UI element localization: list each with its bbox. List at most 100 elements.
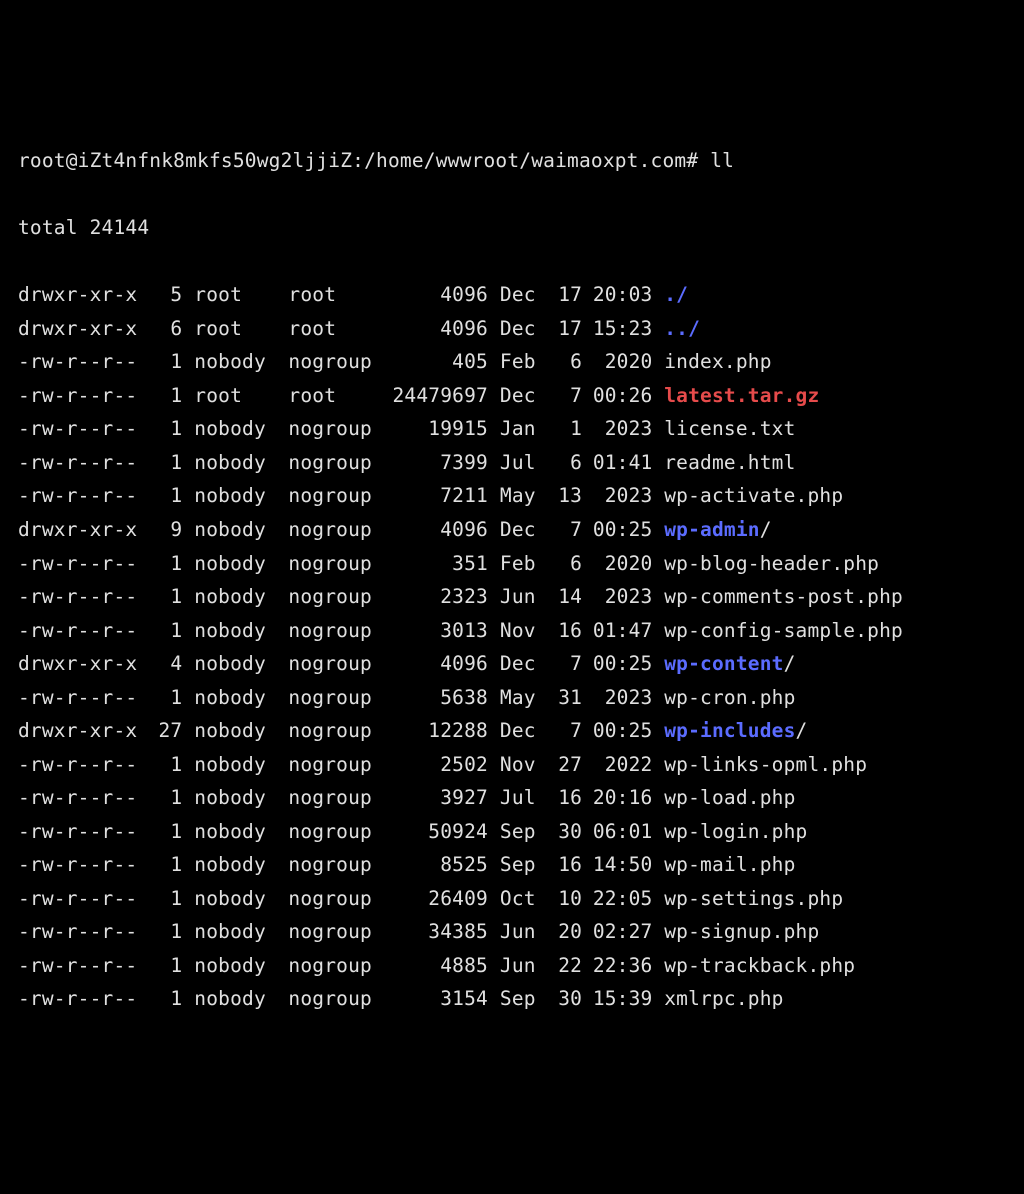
col-perms: -rw-r--r-- xyxy=(18,748,147,782)
col-month: Oct xyxy=(500,882,547,916)
col-name: wp-admin/ xyxy=(653,513,772,547)
col-time: 22:05 xyxy=(582,882,652,916)
file-name: wp-cron.php xyxy=(664,686,795,709)
col-month: Jul xyxy=(500,446,547,480)
col-links: 27 xyxy=(147,714,182,748)
file-suffix: / xyxy=(796,719,808,742)
file-name: wp-activate.php xyxy=(664,484,843,507)
col-links: 1 xyxy=(147,681,182,715)
col-links: 1 xyxy=(147,882,182,916)
col-size: 405 xyxy=(382,345,488,379)
col-name: wp-trackback.php xyxy=(653,949,856,983)
col-perms: drwxr-xr-x xyxy=(18,513,147,547)
col-month: Dec xyxy=(500,278,547,312)
col-day: 7 xyxy=(547,513,582,547)
col-name: wp-settings.php xyxy=(653,882,844,916)
file-name: wp-mail.php xyxy=(664,853,795,876)
col-month: Dec xyxy=(500,647,547,681)
file-name: license.txt xyxy=(664,417,795,440)
col-owner: nobody xyxy=(194,681,276,715)
col-owner: nobody xyxy=(194,614,276,648)
list-item: -rw-r--r--1 nobody nogroup34385 Jun2002:… xyxy=(18,915,1006,949)
col-owner: nobody xyxy=(194,513,276,547)
total-line: total 24144 xyxy=(18,211,1006,245)
col-size: 26409 xyxy=(382,882,488,916)
col-day: 17 xyxy=(547,312,582,346)
col-size: 7211 xyxy=(382,479,488,513)
col-size: 5638 xyxy=(382,681,488,715)
col-owner: nobody xyxy=(194,547,276,581)
col-group: nogroup xyxy=(288,748,382,782)
command-text: ll xyxy=(710,149,734,172)
col-owner: nobody xyxy=(194,345,276,379)
col-owner: nobody xyxy=(194,714,276,748)
col-day: 16 xyxy=(547,848,582,882)
col-group: root xyxy=(288,278,382,312)
list-item: -rw-r--r--1 nobody nogroup5638 May312023… xyxy=(18,681,1006,715)
list-item: drwxr-xr-x6 root root4096 Dec1715:23../ xyxy=(18,312,1006,346)
col-month: Feb xyxy=(500,547,547,581)
list-item: -rw-r--r--1 nobody nogroup8525 Sep1614:5… xyxy=(18,848,1006,882)
col-perms: -rw-r--r-- xyxy=(18,412,147,446)
col-month: Feb xyxy=(500,345,547,379)
col-links: 1 xyxy=(147,748,182,782)
col-group: nogroup xyxy=(288,647,382,681)
file-name: wp-links-opml.php xyxy=(664,753,867,776)
col-day: 16 xyxy=(547,781,582,815)
col-day: 31 xyxy=(547,681,582,715)
col-group: nogroup xyxy=(288,345,382,379)
col-links: 1 xyxy=(147,915,182,949)
list-item: -rw-r--r--1 nobody nogroup3927 Jul1620:1… xyxy=(18,781,1006,815)
list-item: -rw-r--r--1 nobody nogroup3013 Nov1601:4… xyxy=(18,614,1006,648)
list-item: drwxr-xr-x5 root root4096 Dec1720:03./ xyxy=(18,278,1006,312)
col-owner: nobody xyxy=(194,446,276,480)
file-name: ./ xyxy=(664,283,688,306)
list-item: -rw-r--r--1 nobody nogroup2323 Jun142023… xyxy=(18,580,1006,614)
file-name: wp-admin xyxy=(664,518,759,541)
col-size: 3013 xyxy=(382,614,488,648)
col-month: May xyxy=(500,681,547,715)
col-day: 7 xyxy=(547,647,582,681)
list-item: drwxr-xr-x4 nobody nogroup4096 Dec700:25… xyxy=(18,647,1006,681)
col-day: 30 xyxy=(547,815,582,849)
col-month: Jun xyxy=(500,580,547,614)
col-month: Sep xyxy=(500,815,547,849)
col-perms: -rw-r--r-- xyxy=(18,580,147,614)
col-perms: -rw-r--r-- xyxy=(18,982,147,1016)
list-item: drwxr-xr-x27 nobody nogroup12288 Dec700:… xyxy=(18,714,1006,748)
col-time: 00:25 xyxy=(582,647,652,681)
col-day: 6 xyxy=(547,547,582,581)
prompt-line[interactable]: root@iZt4nfnk8mkfs50wg2ljjiZ:/home/wwwro… xyxy=(18,144,1006,178)
col-time: 2020 xyxy=(582,547,652,581)
col-day: 6 xyxy=(547,345,582,379)
col-links: 1 xyxy=(147,412,182,446)
col-perms: -rw-r--r-- xyxy=(18,379,147,413)
col-time: 15:23 xyxy=(582,312,652,346)
list-item: -rw-r--r--1 nobody nogroup19915 Jan12023… xyxy=(18,412,1006,446)
col-time: 01:41 xyxy=(582,446,652,480)
col-owner: nobody xyxy=(194,479,276,513)
col-name: wp-blog-header.php xyxy=(653,547,880,581)
col-owner: nobody xyxy=(194,412,276,446)
file-name: wp-includes xyxy=(664,719,795,742)
col-name: wp-cron.php xyxy=(653,681,796,715)
col-group: nogroup xyxy=(288,949,382,983)
list-item: -rw-r--r--1 root root24479697 Dec700:26l… xyxy=(18,379,1006,413)
file-name: wp-config-sample.php xyxy=(664,619,903,642)
col-links: 1 xyxy=(147,446,182,480)
list-item: -rw-r--r--1 nobody nogroup7399 Jul601:41… xyxy=(18,446,1006,480)
col-size: 50924 xyxy=(382,815,488,849)
col-group: nogroup xyxy=(288,479,382,513)
col-perms: -rw-r--r-- xyxy=(18,848,147,882)
col-size: 8525 xyxy=(382,848,488,882)
col-time: 2023 xyxy=(582,412,652,446)
col-month: Sep xyxy=(500,982,547,1016)
col-month: Dec xyxy=(500,714,547,748)
file-name: xmlrpc.php xyxy=(664,987,783,1010)
col-name: ./ xyxy=(653,278,689,312)
col-group: nogroup xyxy=(288,982,382,1016)
col-month: Jul xyxy=(500,781,547,815)
col-group: nogroup xyxy=(288,915,382,949)
col-time: 2022 xyxy=(582,748,652,782)
list-item: drwxr-xr-x9 nobody nogroup4096 Dec700:25… xyxy=(18,513,1006,547)
